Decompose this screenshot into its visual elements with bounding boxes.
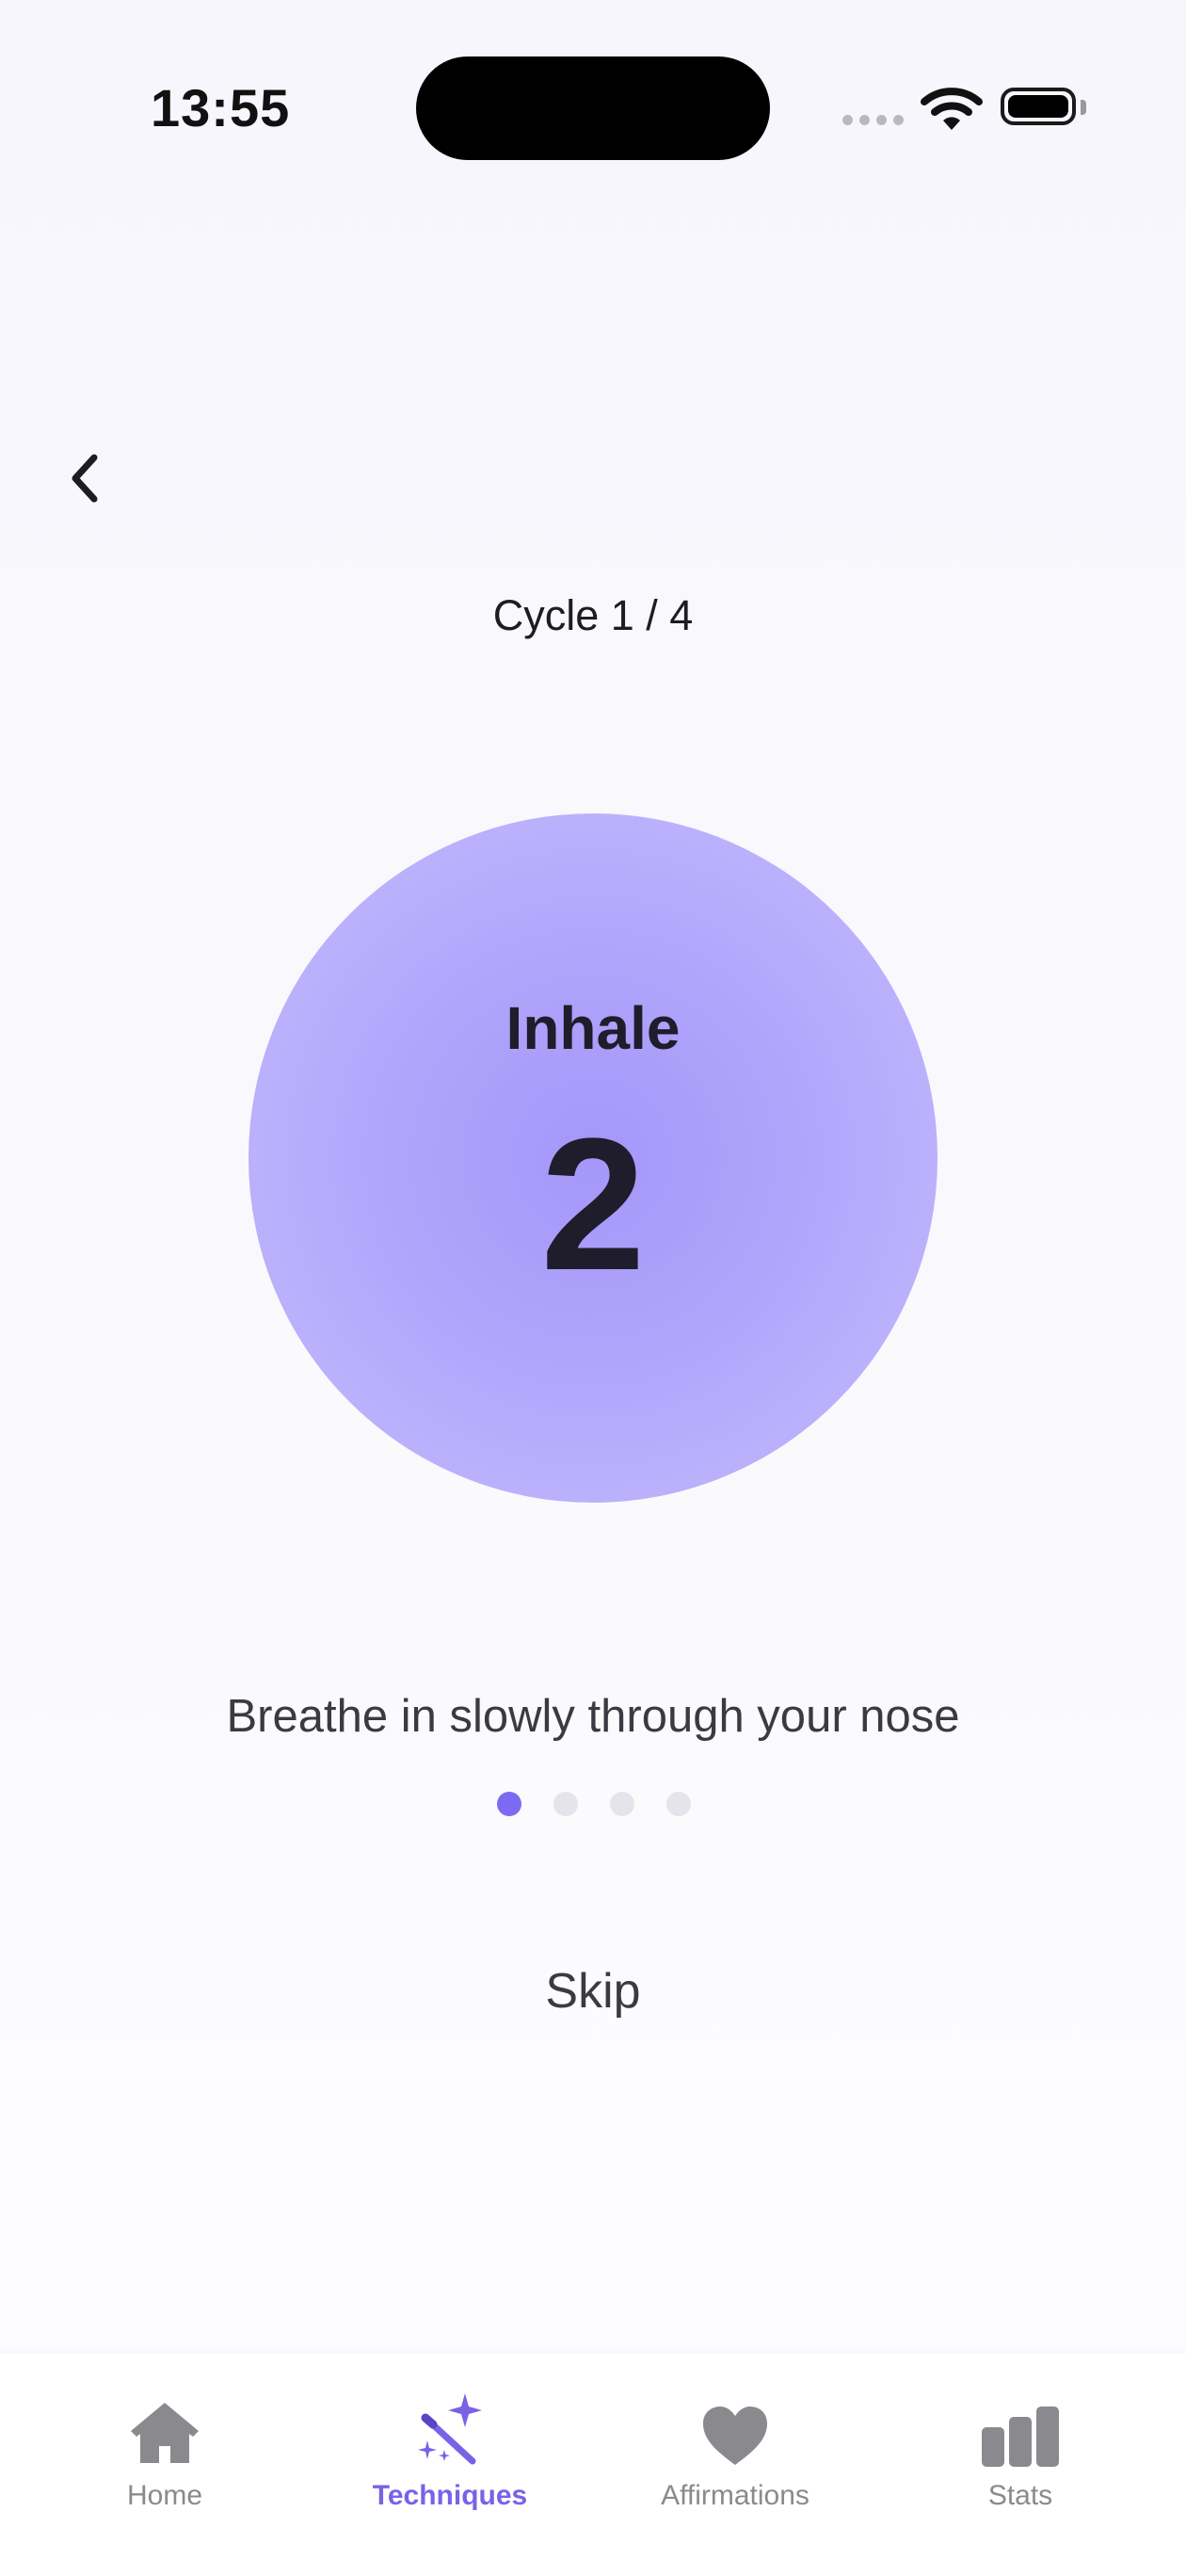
- tab-bar: Home Techniques Affirmations Stats: [0, 2354, 1186, 2576]
- tab-stats[interactable]: Stats: [903, 2354, 1138, 2576]
- progress-dot: [553, 1792, 578, 1816]
- bar-chart-icon: [982, 2407, 1059, 2467]
- wifi-icon: [921, 88, 983, 130]
- tab-affirmations[interactable]: Affirmations: [617, 2354, 853, 2576]
- battery-tip: [1081, 100, 1086, 115]
- dynamic-island: [416, 56, 770, 160]
- countdown-number: 2: [540, 1100, 646, 1310]
- tab-home[interactable]: Home: [47, 2354, 282, 2576]
- phase-label: Inhale: [505, 994, 681, 1062]
- battery-icon: [1001, 88, 1076, 125]
- tab-label: Stats: [987, 2480, 1053, 2511]
- heart-icon: [703, 2407, 767, 2465]
- status-time: 13:55: [151, 78, 291, 137]
- skip-button[interactable]: Skip: [452, 1963, 734, 2029]
- tab-techniques[interactable]: Techniques: [332, 2354, 568, 2576]
- back-button[interactable]: [56, 443, 113, 514]
- chevron-left-icon: [72, 454, 98, 503]
- instruction-text: Breathe in slowly through your nose: [226, 1691, 960, 1742]
- step-progress-dots: [497, 1792, 691, 1816]
- tab-label: Techniques: [372, 2480, 528, 2511]
- cycle-indicator: Cycle 1 / 4: [492, 591, 694, 639]
- progress-dot: [666, 1792, 691, 1816]
- progress-dot: [497, 1792, 521, 1816]
- cellular-signal-icon: [842, 115, 904, 125]
- magic-wand-icon: [418, 2393, 482, 2465]
- tab-label: Home: [126, 2480, 203, 2511]
- house-icon: [131, 2403, 199, 2463]
- tab-label: Affirmations: [661, 2480, 809, 2511]
- progress-dot: [610, 1792, 634, 1816]
- status-bar: 13:55: [0, 0, 1186, 217]
